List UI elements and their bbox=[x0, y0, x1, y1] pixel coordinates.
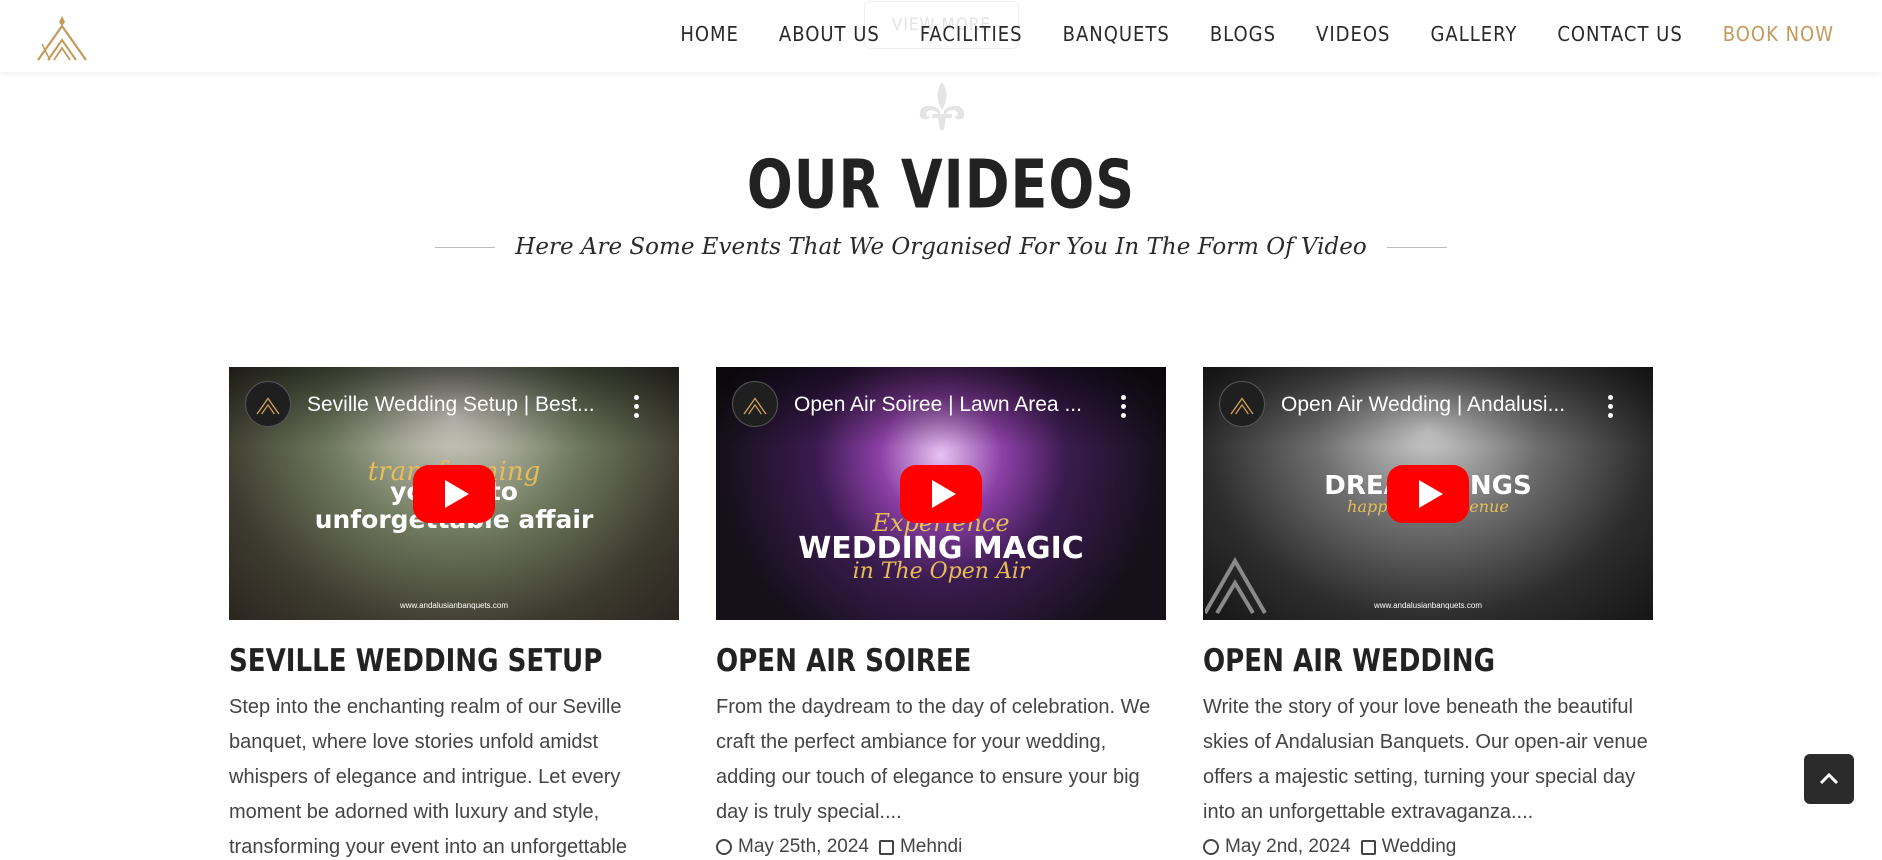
nav-banquets[interactable]: BANQUETS bbox=[1063, 22, 1170, 46]
more-options-icon[interactable] bbox=[634, 393, 639, 420]
more-options-icon[interactable] bbox=[1121, 393, 1126, 420]
logo[interactable] bbox=[34, 14, 90, 62]
logo-watermark-icon bbox=[1205, 556, 1267, 615]
video-date: May 25th, 2024 bbox=[738, 836, 869, 857]
video-card: Open Air Soiree | Lawn Area ... Experien… bbox=[716, 367, 1166, 858]
back-to-top-button[interactable] bbox=[1804, 754, 1854, 804]
nav-blogs[interactable]: BLOGS bbox=[1210, 22, 1276, 46]
nav-home[interactable]: HOME bbox=[680, 22, 739, 46]
video-card-description: Write the story of your love beneath the… bbox=[1203, 696, 1648, 823]
play-button[interactable] bbox=[1387, 464, 1469, 523]
video-overlay-url: www.andalusianbanquets.com bbox=[399, 601, 509, 610]
video-embed[interactable]: Seville Wedding Setup | Best... transfor… bbox=[229, 367, 679, 620]
clock-icon bbox=[1203, 839, 1219, 855]
video-card-description: From the daydream to the day of celebrat… bbox=[716, 696, 1151, 823]
nav-about-us[interactable]: ABOUT US bbox=[779, 22, 880, 46]
video-category[interactable]: Wedding bbox=[1382, 836, 1457, 858]
play-button[interactable] bbox=[413, 464, 495, 523]
video-embed-title[interactable]: Open Air Soiree | Lawn Area ... bbox=[794, 393, 1104, 417]
play-icon bbox=[445, 479, 469, 508]
nav-gallery[interactable]: GALLERY bbox=[1430, 22, 1517, 46]
logo-icon bbox=[1230, 397, 1254, 415]
nav-book-now[interactable]: BOOK NOW bbox=[1723, 22, 1834, 46]
video-overlay-script: in The Open Air bbox=[852, 559, 1030, 584]
clock-icon bbox=[716, 839, 732, 855]
video-card-title[interactable]: OPEN AIR WEDDING bbox=[1203, 642, 1653, 679]
logo-icon bbox=[37, 16, 87, 61]
section-subtitle-row: Here Are Some Events That We Organised F… bbox=[0, 234, 1882, 260]
channel-avatar[interactable] bbox=[1219, 381, 1265, 427]
channel-avatar[interactable] bbox=[245, 381, 291, 427]
video-embed[interactable]: Open Air Wedding | Andalusi... DREAM DIN… bbox=[1203, 367, 1653, 620]
play-icon bbox=[1419, 479, 1443, 508]
play-icon bbox=[932, 479, 956, 508]
chevron-up-icon bbox=[1819, 772, 1839, 785]
logo-icon bbox=[743, 397, 767, 415]
video-card-meta: May 2nd, 2024 Wedding bbox=[1203, 836, 1653, 858]
divider-line bbox=[1386, 246, 1447, 248]
video-card: Seville Wedding Setup | Best... transfor… bbox=[229, 367, 679, 860]
section-subtitle: Here Are Some Events That We Organised F… bbox=[515, 234, 1367, 260]
site-header: VIEW MORE HOME ABOUT US FACILITIES BANQU… bbox=[0, 0, 1882, 72]
video-card-meta: May 25th, 2024 Mehndi bbox=[716, 836, 1166, 858]
play-button[interactable] bbox=[900, 464, 982, 523]
divider-line bbox=[435, 246, 496, 248]
nav-videos[interactable]: VIDEOS bbox=[1316, 22, 1390, 46]
nav-contact-us[interactable]: CONTACT US bbox=[1557, 22, 1682, 46]
video-embed-title[interactable]: Seville Wedding Setup | Best... bbox=[307, 393, 617, 417]
more-options-icon[interactable] bbox=[1608, 393, 1613, 420]
fleur-de-lis-icon bbox=[919, 82, 965, 130]
edit-icon bbox=[1360, 839, 1376, 855]
video-category[interactable]: Mehndi bbox=[900, 836, 962, 858]
video-card: Open Air Wedding | Andalusi... DREAM DIN… bbox=[1203, 367, 1653, 858]
video-card-title[interactable]: SEVILLE WEDDING SETUP bbox=[229, 642, 679, 679]
channel-avatar[interactable] bbox=[732, 381, 778, 427]
logo-icon bbox=[256, 397, 280, 415]
video-overlay-url: www.andalusianbanquets.com bbox=[1373, 601, 1483, 610]
video-embed[interactable]: Open Air Soiree | Lawn Area ... Experien… bbox=[716, 367, 1166, 620]
main-nav: HOME ABOUT US FACILITIES BANQUETS BLOGS … bbox=[640, 0, 1834, 68]
nav-facilities[interactable]: FACILITIES bbox=[920, 22, 1023, 46]
video-embed-title[interactable]: Open Air Wedding | Andalusi... bbox=[1281, 393, 1591, 417]
video-card-title[interactable]: OPEN AIR SOIREE bbox=[716, 642, 1166, 679]
section-title: OUR VIDEOS bbox=[746, 145, 1136, 225]
video-date: May 2nd, 2024 bbox=[1225, 836, 1351, 857]
video-card-description: Step into the enchanting realm of our Se… bbox=[229, 696, 628, 858]
edit-icon bbox=[878, 839, 894, 855]
